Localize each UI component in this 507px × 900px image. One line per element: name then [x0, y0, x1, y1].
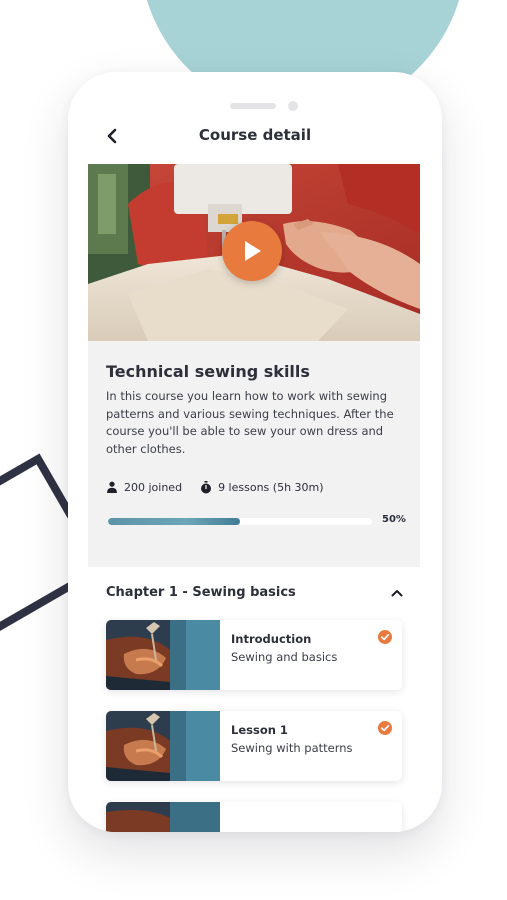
course-description: In this course you learn how to work wit…	[106, 389, 394, 456]
chapter-title: Chapter 1 - Sewing basics	[106, 585, 296, 600]
play-button[interactable]	[222, 221, 282, 281]
course-title: Technical sewing skills	[106, 362, 310, 381]
course-card: Technical sewing skills In this course y…	[88, 164, 420, 567]
lesson-subtitle: Sewing and basics	[231, 650, 338, 664]
lesson-thumbnail	[106, 802, 220, 832]
phone-camera	[288, 101, 298, 111]
lessons-label: 9 lessons (5h 30m)	[218, 480, 324, 494]
lesson-card[interactable]: Introduction Sewing and basics	[106, 620, 402, 690]
lesson-card[interactable]: Lesson 1 Sewing with patterns	[106, 711, 402, 781]
progress-fill	[108, 518, 240, 525]
check-circle-icon	[378, 630, 392, 644]
lesson-title: Lesson 1	[231, 723, 288, 737]
phone-frame: Course detail Technical sewing skills In…	[68, 72, 442, 832]
sewing-thumbnail-image	[106, 711, 220, 781]
play-icon	[245, 241, 261, 261]
person-icon	[107, 481, 117, 493]
nav-bar: Course detail	[68, 120, 442, 152]
course-video[interactable]	[88, 164, 420, 341]
sewing-thumbnail-image	[106, 802, 220, 832]
lesson-card-partial[interactable]	[106, 802, 402, 832]
progress-bar	[108, 518, 372, 525]
stopwatch-icon	[201, 480, 212, 493]
joined-label: 200 joined	[124, 480, 183, 494]
lesson-count: 9 lessons (5h 30m)	[200, 480, 324, 494]
lesson-title: Introduction	[231, 632, 312, 646]
chapter-header[interactable]: Chapter 1 - Sewing basics	[88, 580, 420, 606]
sewing-thumbnail-image	[106, 620, 220, 690]
joined-count: 200 joined	[106, 481, 182, 494]
page-title: Course detail	[198, 126, 312, 144]
progress-percent: 50%	[382, 514, 406, 525]
check-circle-icon	[378, 721, 392, 735]
lesson-subtitle: Sewing with patterns	[231, 741, 353, 755]
phone-speaker	[230, 103, 276, 109]
course-meta: 200 joined 9 lessons (5h 30m)	[106, 479, 324, 495]
lesson-thumbnail	[106, 711, 220, 781]
chevron-up-icon[interactable]	[390, 586, 404, 600]
lesson-thumbnail	[106, 620, 220, 690]
